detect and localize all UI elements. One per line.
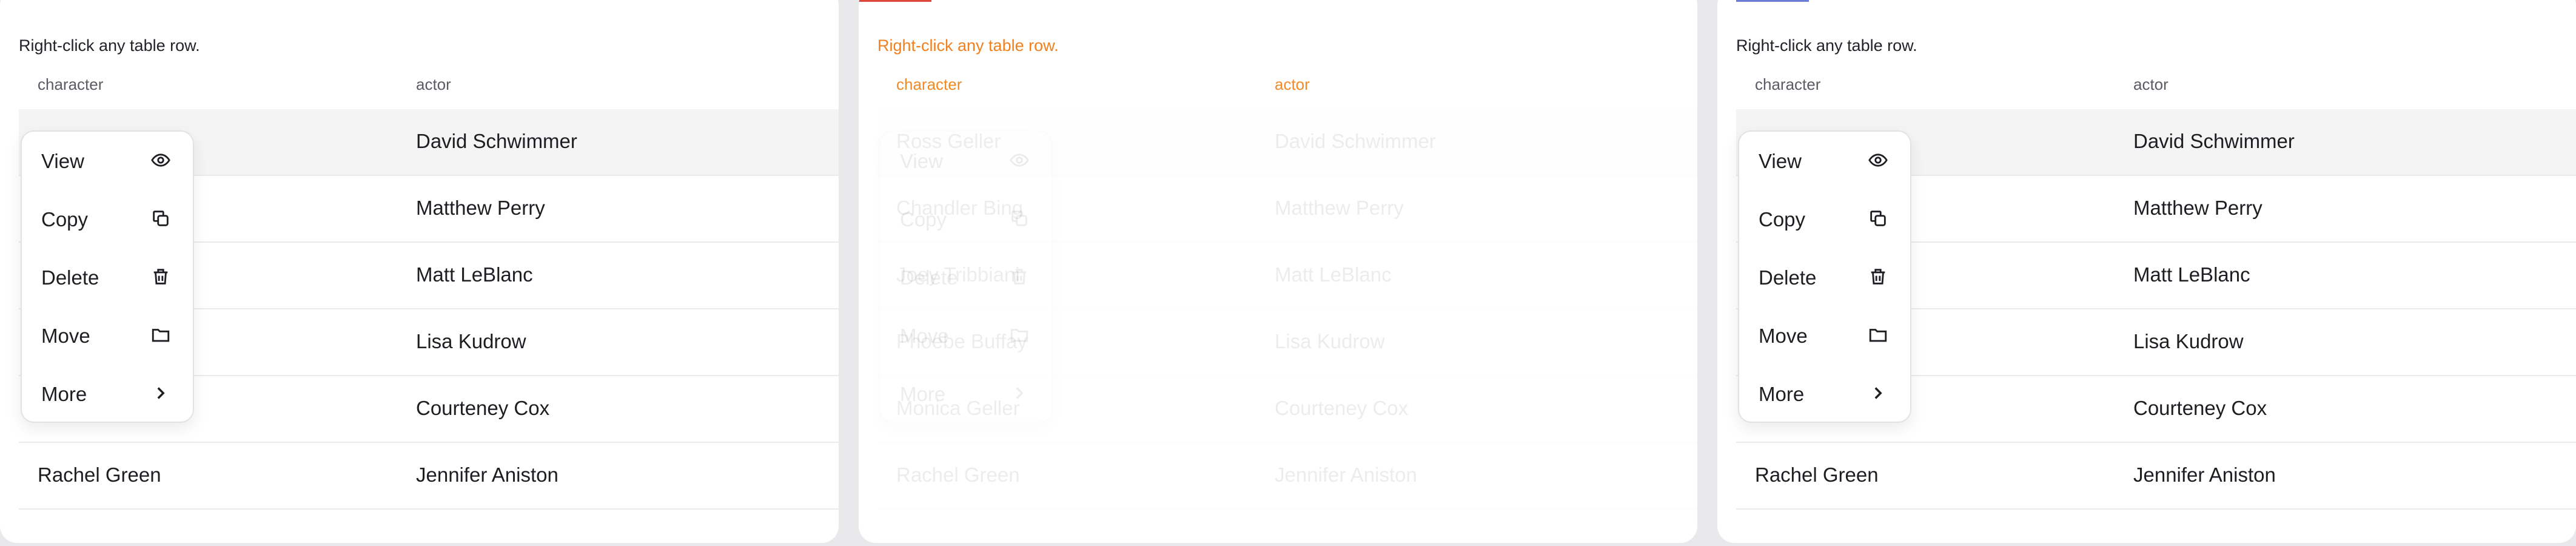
column-header-character[interactable]: character — [38, 75, 103, 94]
menu-item-label: Copy — [1759, 208, 1806, 231]
menu-item-move[interactable]: Move — [880, 306, 1052, 365]
cell-actor: Matthew Perry — [2133, 197, 2262, 219]
column-header-character[interactable]: character — [1755, 75, 1820, 94]
menu-item-copy[interactable]: Copy — [880, 190, 1052, 248]
cell-actor: Matt LeBlanc — [2133, 263, 2250, 286]
cell-actor: David Schwimmer — [416, 130, 577, 152]
column-header-actor[interactable]: actor — [1275, 75, 1310, 94]
table-row[interactable]: Rachel Green Jennifer Aniston — [877, 443, 1697, 510]
cell-actor: Jennifer Aniston — [2133, 463, 2276, 486]
chevron-right-icon — [1009, 383, 1030, 403]
menu-item-label: Delete — [900, 266, 958, 289]
table-header: character actor — [19, 68, 839, 108]
column-header-character[interactable]: character — [896, 75, 962, 94]
cell-actor: Courteney Cox — [416, 397, 550, 419]
menu-item-label: View — [1759, 150, 1802, 172]
cell-actor: Lisa Kudrow — [416, 330, 526, 352]
menu-item-label: Delete — [1759, 266, 1817, 289]
menu-item-more[interactable]: More — [1739, 365, 1910, 423]
instruction-text: Right-click any table row. — [19, 36, 200, 55]
table-header: character actor — [877, 68, 1697, 108]
cell-actor: Lisa Kudrow — [2133, 330, 2244, 352]
trash-icon — [1868, 266, 1888, 287]
instruction-text: Right-click any table row. — [877, 36, 1059, 55]
menu-item-label: Move — [1759, 325, 1808, 347]
menu-item-label: View — [900, 150, 943, 172]
menu-item-delete[interactable]: Delete — [880, 248, 1052, 306]
menu-item-delete[interactable]: Delete — [1739, 248, 1910, 306]
cell-actor: Jennifer Aniston — [1275, 463, 1417, 486]
menu-item-label: Copy — [900, 208, 947, 231]
cell-character: Rachel Green — [1755, 463, 1879, 486]
cell-actor: Matt LeBlanc — [1275, 263, 1392, 286]
eye-icon — [1868, 150, 1888, 170]
accent-bar — [1736, 0, 1809, 2]
cell-actor: Lisa Kudrow — [1275, 330, 1385, 352]
menu-item-label: Move — [41, 325, 90, 347]
eye-icon — [1009, 150, 1030, 170]
cell-actor: Courteney Cox — [1275, 397, 1409, 419]
cell-actor: David Schwimmer — [1275, 130, 1436, 152]
menu-item-label: Delete — [41, 266, 99, 289]
cell-character: Rachel Green — [38, 463, 161, 486]
menu-item-more[interactable]: More — [22, 365, 193, 423]
menu-item-label: More — [900, 383, 946, 405]
menu-item-label: More — [1759, 383, 1805, 405]
menu-item-label: More — [41, 383, 87, 405]
accent-bar — [859, 0, 931, 2]
menu-item-move[interactable]: Move — [1739, 306, 1910, 365]
cell-character: Rachel Green — [896, 463, 1020, 486]
copy-icon — [1868, 208, 1888, 229]
copy-icon — [150, 208, 171, 229]
trash-icon — [150, 266, 171, 287]
demo-panel-left: Right-click any table row. character act… — [0, 0, 839, 543]
table-row[interactable]: Rachel Green Jennifer Aniston — [19, 443, 839, 510]
eye-icon — [150, 150, 171, 170]
menu-item-view[interactable]: View — [22, 132, 193, 190]
column-header-actor[interactable]: actor — [416, 75, 451, 94]
cell-actor: Matt LeBlanc — [416, 263, 533, 286]
cell-actor: Jennifer Aniston — [416, 463, 558, 486]
context-menu: View Copy Delete Move More — [21, 130, 194, 423]
menu-item-copy[interactable]: Copy — [1739, 190, 1910, 248]
folder-icon — [1009, 325, 1030, 345]
chevron-right-icon — [150, 383, 171, 403]
demo-panel-right: Right-click any table row. character act… — [1717, 0, 2576, 543]
cell-actor: Matthew Perry — [1275, 197, 1404, 219]
copy-icon — [1009, 208, 1030, 229]
menu-item-label: Move — [900, 325, 949, 347]
column-header-actor[interactable]: actor — [2133, 75, 2168, 94]
table-row[interactable]: Rachel Green Jennifer Aniston — [1736, 443, 2576, 510]
table-header: character actor — [1736, 68, 2576, 108]
menu-item-more[interactable]: More — [880, 365, 1052, 423]
cell-actor: Courteney Cox — [2133, 397, 2267, 419]
cell-actor: David Schwimmer — [2133, 130, 2295, 152]
menu-item-delete[interactable]: Delete — [22, 248, 193, 306]
folder-icon — [150, 325, 171, 345]
trash-icon — [1009, 266, 1030, 287]
menu-item-label: View — [41, 150, 84, 172]
menu-item-view[interactable]: View — [880, 132, 1052, 190]
context-menu: View Copy Delete Move More — [879, 130, 1053, 423]
menu-item-copy[interactable]: Copy — [22, 190, 193, 248]
cell-actor: Matthew Perry — [416, 197, 545, 219]
demo-panel-middle: Right-click any table row. character act… — [859, 0, 1697, 543]
folder-icon — [1868, 325, 1888, 345]
menu-item-view[interactable]: View — [1739, 132, 1910, 190]
instruction-text: Right-click any table row. — [1736, 36, 1917, 55]
chevron-right-icon — [1868, 383, 1888, 403]
menu-item-move[interactable]: Move — [22, 306, 193, 365]
menu-item-label: Copy — [41, 208, 89, 231]
context-menu: View Copy Delete Move More — [1738, 130, 1911, 423]
